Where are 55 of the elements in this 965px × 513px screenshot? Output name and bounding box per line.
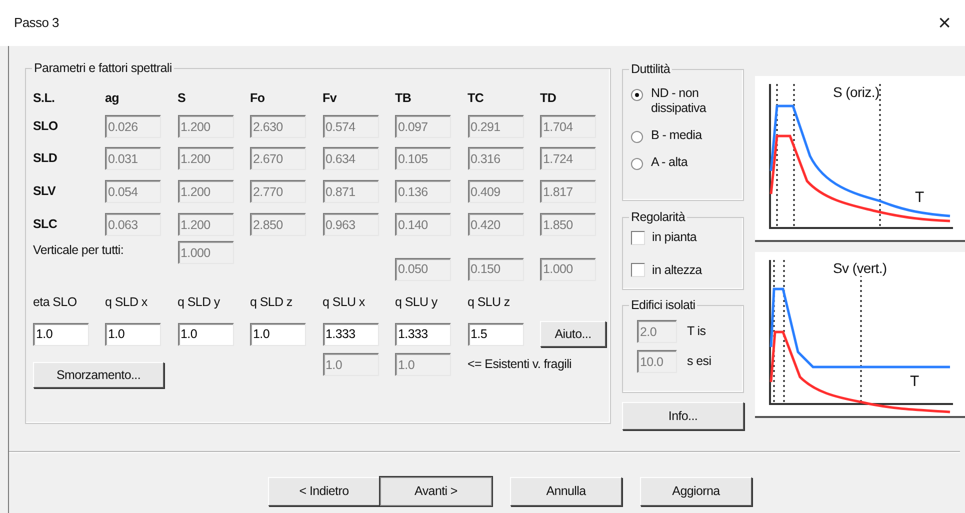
field-label: s esi — [687, 353, 712, 370]
radio-label[interactable]: A - alta — [651, 155, 731, 170]
damping-button[interactable]: Smorzamento... — [33, 362, 164, 388]
column-header: TC — [468, 90, 485, 107]
axis-label: T — [915, 190, 924, 206]
close-button[interactable]: × — [934, 12, 955, 34]
help-button[interactable]: Aiuto... — [540, 321, 606, 347]
dialog-button[interactable]: Aggiorna — [640, 477, 752, 506]
info-button[interactable]: Info... — [622, 402, 744, 430]
axis-label: T — [910, 374, 919, 390]
value-field[interactable]: 1.0 — [33, 322, 89, 346]
field-label: q SLD y — [178, 294, 221, 311]
column-header: S.L. — [33, 90, 56, 107]
value-field[interactable]: 1.333 — [395, 322, 451, 346]
dialog-button[interactable]: < Indietro — [268, 477, 380, 506]
value-field[interactable]: 1.0 — [105, 322, 161, 346]
column-header: ag — [105, 90, 120, 107]
note-text: <= Esistenti v. fragili — [468, 356, 573, 373]
checkbox-label[interactable]: in pianta — [652, 228, 697, 247]
row-label: SLD — [33, 150, 58, 168]
column-header: S — [178, 90, 187, 107]
radio-button[interactable] — [631, 89, 643, 101]
window-title: Passo 3 — [14, 14, 59, 32]
field-label: T is — [687, 323, 706, 340]
row-label: SLV — [33, 183, 57, 200]
group-title: Regolarità — [629, 209, 687, 226]
chart-title: Sv (vert.) — [833, 260, 887, 276]
value-field[interactable]: 1.0 — [178, 322, 234, 346]
column-header: TB — [395, 90, 412, 107]
radio-button[interactable] — [631, 131, 643, 143]
checkbox[interactable] — [631, 263, 645, 278]
field-label: q SLU x — [322, 294, 366, 311]
field-label: q SLD x — [105, 294, 148, 311]
field-label: Verticale per tutti: — [33, 242, 125, 259]
field-label: eta SLO — [33, 294, 78, 311]
field-label: q SLU y — [395, 294, 438, 311]
radio-label[interactable]: ND - non dissipativa — [651, 86, 731, 116]
radio-label[interactable]: B - media — [651, 128, 731, 143]
column-header: Fv — [322, 90, 338, 107]
group-title: Parametri e fattori spettrali — [32, 60, 174, 76]
chart-title: S (oriz.) — [833, 84, 880, 100]
row-label: SLO — [33, 118, 59, 136]
value-field[interactable]: 1.0 — [250, 322, 306, 346]
radio-button[interactable] — [631, 158, 643, 170]
checkbox-label[interactable]: in altezza — [652, 260, 702, 280]
dialog-button[interactable]: Annulla — [510, 477, 622, 506]
checkbox[interactable] — [631, 230, 645, 245]
value-field[interactable]: 1.333 — [322, 322, 378, 346]
column-header: TD — [540, 90, 558, 107]
field-label: q SLD z — [250, 294, 294, 311]
value-field[interactable]: 1.5 — [468, 322, 524, 346]
row-label: SLC — [33, 216, 58, 234]
dialog-button[interactable]: Avanti > — [380, 477, 492, 506]
column-header: Fo — [250, 90, 266, 107]
field-label: q SLU z — [468, 294, 511, 311]
